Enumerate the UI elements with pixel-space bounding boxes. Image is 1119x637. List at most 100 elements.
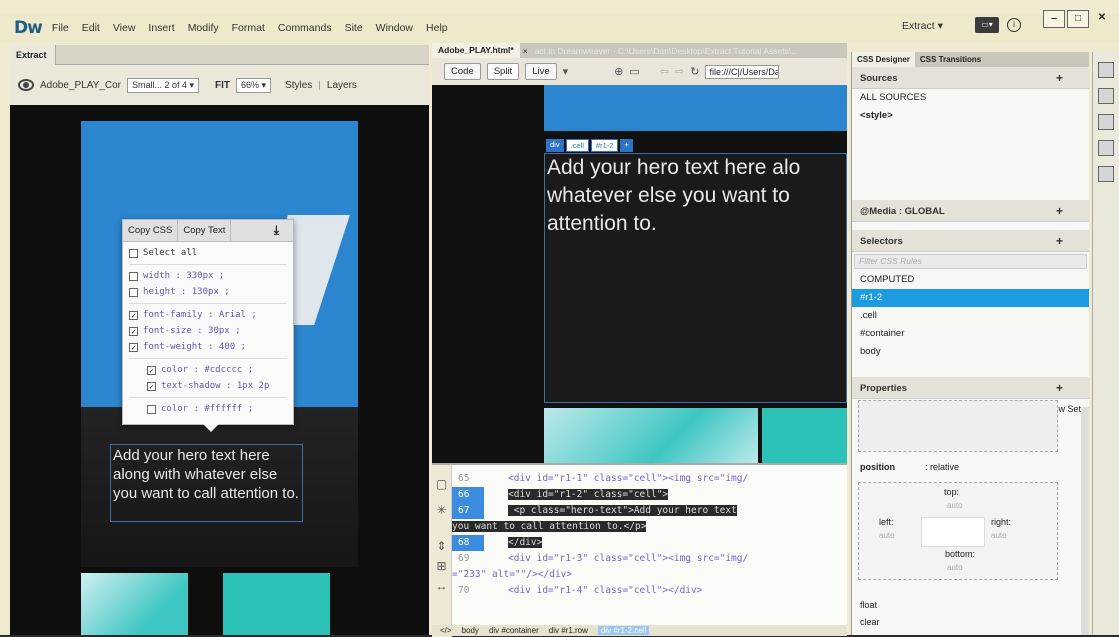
minimize-button[interactable]: – [1043, 10, 1065, 28]
code-line[interactable]: 68 </div> [452, 535, 847, 551]
tag-container[interactable]: div #container [489, 626, 539, 635]
property-row[interactable]: height : 130px ; [129, 284, 287, 300]
forward-icon[interactable]: ⇨ [675, 65, 684, 78]
target-icon[interactable]: ⊕ [614, 65, 623, 78]
multiscreen-icon[interactable]: ▭ [629, 65, 639, 78]
checkbox-checked[interactable]: ✓ [129, 310, 138, 320]
css-icon[interactable] [1098, 114, 1114, 130]
hud-add-button[interactable]: + [620, 139, 633, 152]
split-view-button[interactable]: Split [486, 63, 520, 80]
property-row[interactable]: ✓ color : #cdcccc ; [129, 362, 287, 378]
live-dropdown-icon[interactable]: ▾ [563, 65, 569, 78]
doc-tab[interactable]: Adobe_PLAY.html* [432, 43, 520, 58]
property-row[interactable]: ✓ font-weight : 400 ; [129, 339, 287, 355]
tag-body[interactable]: body [462, 626, 479, 635]
workspace-dropdown[interactable]: Extract ▾ [902, 20, 943, 32]
fit-button[interactable]: FIT [215, 80, 230, 91]
design-hero-text[interactable]: Add your hero text here alo whatever els… [544, 153, 847, 403]
select-parent-icon[interactable]: ⊞ [432, 559, 451, 573]
property-row[interactable]: color : #ffffff ; [129, 401, 287, 417]
source-all[interactable]: ALL SOURCES [852, 89, 1089, 107]
float-property[interactable]: float [860, 600, 877, 610]
close-tab-icon[interactable]: × [520, 46, 531, 56]
sync-icon[interactable]: ▭▾ [975, 17, 999, 33]
extract-icon[interactable] [1098, 166, 1114, 182]
clear-property[interactable]: clear [860, 617, 880, 627]
checkbox[interactable] [129, 271, 138, 281]
balance-icon[interactable]: ↔ [432, 579, 451, 593]
tag-cell[interactable]: div #r1-2.cell [597, 626, 650, 635]
add-source-icon[interactable]: + [1056, 71, 1063, 85]
artboard-select[interactable]: Small... 2 of 4 ▾ [126, 77, 200, 93]
hud-class[interactable]: .cell [565, 139, 589, 152]
code-line[interactable]: you want to call attention to.</p> [452, 519, 847, 535]
position-property[interactable]: position: relative [860, 462, 959, 472]
tag-row[interactable]: div #r1.row [549, 626, 588, 635]
checkbox-checked[interactable]: ✓ [147, 381, 156, 391]
checkbox-checked[interactable]: ✓ [129, 342, 138, 352]
selector-cell[interactable]: .cell [852, 307, 1089, 325]
tab-css-designer[interactable]: CSS Designer [852, 52, 915, 67]
back-icon[interactable]: ⇦ [660, 65, 669, 78]
code-line[interactable]: 65 <div id="r1-1" class="cell"><img src="… [452, 471, 847, 487]
property-row[interactable]: ✓ text-shadow : 1px 2p [129, 378, 287, 394]
live-view-button[interactable]: Live [525, 63, 557, 80]
menu-help[interactable]: Help [426, 22, 448, 34]
menu-site[interactable]: Site [345, 22, 363, 34]
psd-file-name[interactable]: Adobe_PLAY_Cor [40, 80, 121, 91]
copy-text-tab[interactable]: Copy Text [178, 219, 232, 242]
properties-scrollbar[interactable] [1081, 407, 1089, 635]
select-all-row[interactable]: Select all [129, 245, 287, 261]
checkbox-checked[interactable]: ✓ [147, 365, 156, 375]
zoom-select[interactable]: 66% ▾ [236, 77, 272, 93]
code-line[interactable]: 69 <div id="r1-3" class="cell"><img src="… [452, 551, 847, 567]
layers-tab[interactable]: Layers [327, 80, 357, 91]
property-row[interactable]: ✓ font-size : 30px ; [129, 323, 287, 339]
property-row[interactable]: width : 330px ; [129, 268, 287, 284]
menu-view[interactable]: View [113, 22, 136, 34]
download-icon[interactable]: ⤓ [274, 223, 279, 238]
collapse-icon[interactable]: ✳ [432, 503, 451, 517]
source-style[interactable]: <style> [852, 107, 1089, 125]
eye-icon[interactable] [18, 79, 34, 91]
menu-modify[interactable]: Modify [188, 22, 219, 34]
checkbox[interactable] [129, 287, 138, 297]
tab-extract[interactable]: Extract [10, 45, 56, 65]
expand-icon[interactable]: ⇕ [432, 539, 451, 553]
checkbox[interactable] [129, 248, 138, 258]
add-selector-icon[interactable]: + [1056, 234, 1063, 248]
hero-text-layer[interactable]: Add your hero text here along with whate… [110, 444, 303, 522]
refresh-icon[interactable]: ↻ [690, 65, 699, 78]
add-property-icon[interactable]: + [1056, 381, 1063, 395]
assets-icon[interactable] [1098, 88, 1114, 104]
images-icon[interactable] [1098, 140, 1114, 156]
hud-tag-div[interactable]: div [546, 139, 564, 152]
code-line[interactable]: 66 <div id="r1-2" class="cell"> [452, 487, 847, 503]
menu-commands[interactable]: Commands [278, 22, 332, 34]
property-row[interactable]: ✓ font-family : Arial ; [129, 307, 287, 323]
filter-css-rules-input[interactable]: Filter CSS Rules [854, 254, 1087, 269]
menu-window[interactable]: Window [376, 22, 413, 34]
menu-format[interactable]: Format [232, 22, 265, 34]
checkbox-checked[interactable]: ✓ [129, 326, 138, 336]
copy-css-tab[interactable]: Copy CSS [123, 219, 179, 242]
code-line[interactable]: 70 <div id="r1-4" class="cell"></div> [452, 583, 847, 599]
styles-tab[interactable]: Styles [285, 80, 312, 91]
code-line[interactable]: 67 <p class="hero-text">Add your hero te… [452, 503, 847, 519]
menu-edit[interactable]: Edit [82, 22, 100, 34]
add-media-icon[interactable]: + [1056, 204, 1063, 218]
close-button[interactable]: ✕ [1091, 10, 1113, 28]
selector-r1-2[interactable]: #r1-2 [852, 289, 1089, 307]
selector-container[interactable]: #container [852, 325, 1089, 343]
info-icon[interactable]: i [1007, 18, 1021, 32]
selector-computed[interactable]: COMPUTED [852, 271, 1089, 289]
maximize-button[interactable]: □ [1067, 10, 1089, 28]
address-field[interactable]: file:///C|/Users/Dan [705, 64, 780, 79]
hud-id[interactable]: #r1-2 [590, 139, 619, 152]
files-icon[interactable] [1098, 62, 1114, 78]
checkbox[interactable] [147, 404, 156, 414]
open-documents-icon[interactable]: ▢ [432, 477, 451, 491]
code-view-button[interactable]: Code [444, 63, 481, 80]
selector-body[interactable]: body [852, 343, 1089, 361]
menu-file[interactable]: File [52, 22, 69, 34]
